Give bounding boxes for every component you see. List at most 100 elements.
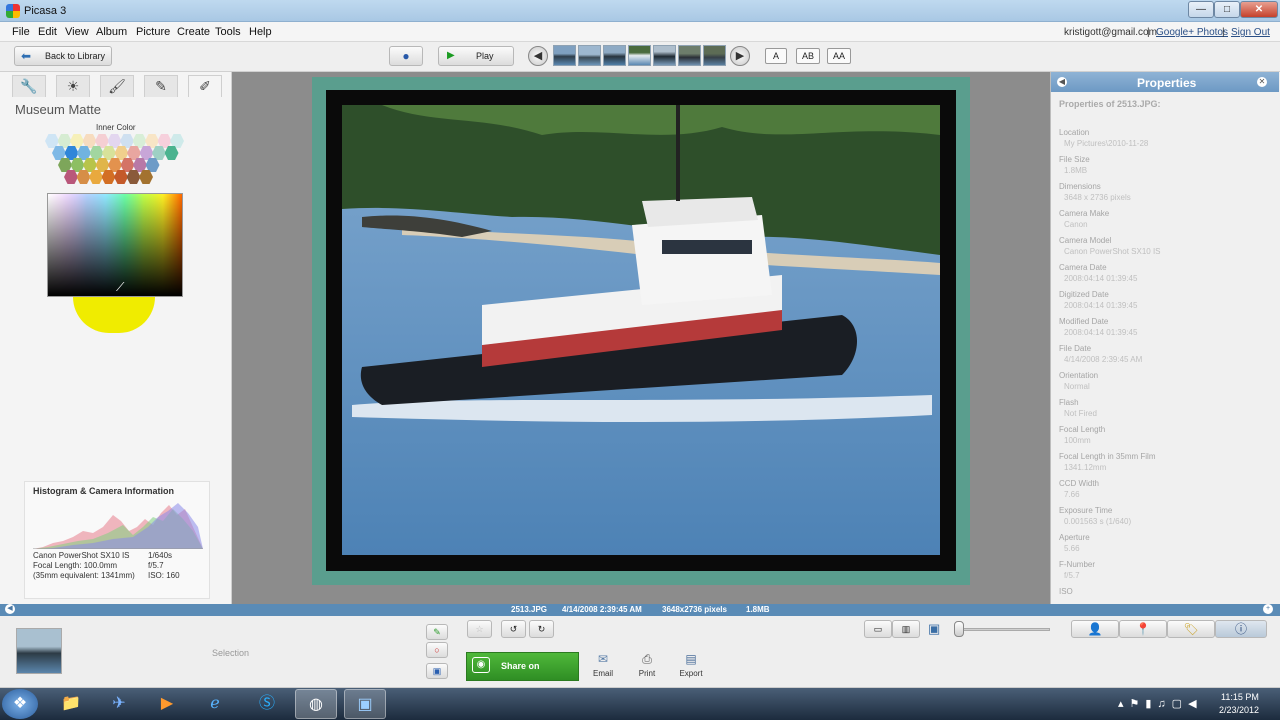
menu-help[interactable]: Help	[249, 26, 272, 38]
close-panel-icon[interactable]: ✕	[1257, 77, 1267, 87]
iso-value: ISO: 160	[148, 571, 180, 580]
property-label: Modified Date	[1059, 317, 1109, 326]
clear-icon: ○	[434, 645, 440, 655]
filmstrip-thumbnail[interactable]	[603, 45, 626, 66]
property-value: 2008:04:14 01:39:45	[1064, 274, 1138, 283]
close-button[interactable]: ✕	[1240, 1, 1278, 18]
taskbar-explorer[interactable]: 📁	[50, 689, 92, 719]
pin-icon: ✎	[433, 627, 441, 637]
taskbar-internet-explorer[interactable]: ℯ	[194, 689, 236, 719]
minimize-button[interactable]: —	[1188, 1, 1214, 18]
filmstrip-thumbnail[interactable]	[578, 45, 601, 66]
print-icon[interactable]: ⎙	[634, 652, 660, 667]
screen-capture-icon: ▣	[357, 696, 373, 713]
filmstrip-thumbnail[interactable]	[628, 45, 651, 66]
taskbar-picasa[interactable]: ◍	[295, 689, 337, 719]
menu-tools[interactable]: Tools	[215, 26, 241, 38]
title-bar: Picasa 3 — □ ✕	[0, 0, 1280, 22]
view-single-icon: ▭	[873, 624, 883, 634]
maximize-button[interactable]: □	[1214, 1, 1240, 18]
photo-tugboat[interactable]	[342, 105, 940, 555]
status-date: 4/14/2008 2:39:45 AM	[562, 605, 642, 614]
tags-button[interactable]: 🏷	[1167, 620, 1215, 638]
account-email: kristigott@gmail.com	[1064, 27, 1157, 38]
tray-thumbnail[interactable]	[16, 628, 62, 674]
wrench-icon: 🔧	[20, 78, 38, 94]
ie-icon: ℯ	[210, 695, 220, 712]
hold-pin-button[interactable]: ✎	[426, 624, 448, 640]
collapse-tray-icon[interactable]: ◀	[5, 604, 15, 614]
filmstrip-thumbnail[interactable]	[553, 45, 576, 66]
caption-style-a-button[interactable]: A	[765, 48, 787, 64]
property-value: 0.001563 s (1/640)	[1064, 517, 1132, 526]
status-filesize: 1.8MB	[746, 605, 770, 614]
places-button[interactable]: 📍	[1119, 620, 1167, 638]
property-label: Digitized Date	[1059, 290, 1109, 299]
rotate-left-button[interactable]: ↺	[501, 620, 526, 638]
expand-tray-icon[interactable]: +	[1263, 604, 1273, 614]
property-value: 4/14/2008 2:39:45 AM	[1064, 355, 1143, 364]
clear-selection-button[interactable]: ○	[426, 642, 448, 658]
menu-album[interactable]: Album	[96, 26, 127, 38]
back-arrow-icon: ⬅	[21, 49, 32, 63]
arrow-right-icon: ▶	[735, 50, 745, 62]
back-to-library-button[interactable]: ⬅ Back to Library	[14, 46, 112, 66]
menu-create[interactable]: Create	[177, 26, 210, 38]
property-value: Canon PowerShot SX10 IS	[1064, 247, 1161, 256]
filmstrip-thumbnail[interactable]	[678, 45, 701, 66]
property-label: Camera Make	[1059, 209, 1110, 218]
sign-out-link[interactable]: Sign Out	[1231, 27, 1270, 38]
tab-more-effects[interactable]: ✎	[144, 75, 178, 97]
property-value: 1.8MB	[1064, 166, 1088, 175]
export-button-label[interactable]: Export	[676, 669, 706, 678]
filmstrip-thumbnail[interactable]	[703, 45, 726, 66]
people-button[interactable]: 👤	[1071, 620, 1119, 638]
property-label: Location	[1059, 128, 1090, 137]
filmstrip-thumbnail[interactable]	[653, 45, 676, 66]
color-picker-gradient[interactable]	[47, 193, 183, 297]
tab-basic-fixes[interactable]: 🔧	[12, 75, 46, 97]
status-filename: 2513.JPG	[511, 605, 548, 614]
email-button-label[interactable]: Email	[588, 669, 618, 678]
shutter-speed: 1/640s	[148, 551, 173, 560]
collapse-panel-icon[interactable]: ◀	[1057, 77, 1067, 87]
google-photos-link[interactable]: Google+ Photos	[1156, 27, 1228, 38]
property-value: My Pictures\2010-11-28	[1064, 139, 1149, 148]
histogram-graph	[33, 503, 203, 549]
globe-button[interactable]: ●	[389, 46, 423, 66]
taskbar-media-player[interactable]: ▶	[146, 689, 188, 719]
taskbar-app-2[interactable]: ✈	[98, 689, 140, 719]
properties-info-button[interactable]: ⓘ	[1215, 620, 1267, 638]
caption-style-ab-button[interactable]: AB	[796, 48, 820, 64]
view-compare-button[interactable]: ▥	[892, 620, 920, 638]
property-label: F-Number	[1059, 560, 1096, 569]
zoom-slider-track[interactable]	[958, 628, 1050, 631]
star-button[interactable]: ☆	[467, 620, 492, 638]
system-tray-icons[interactable]: ▴⚑▮♫▢◀	[1118, 697, 1203, 710]
tab-tuning[interactable]: ☀	[56, 75, 90, 97]
tab-creative[interactable]: ✐	[188, 75, 222, 97]
next-photo-button[interactable]: ▶	[730, 46, 750, 66]
menu-separator: |	[1222, 27, 1225, 38]
taskbar-skype[interactable]: Ⓢ	[246, 689, 288, 719]
property-label: ISO	[1059, 587, 1073, 596]
menu-file[interactable]: File	[12, 26, 30, 38]
menu-picture[interactable]: Picture	[136, 26, 170, 38]
menu-edit[interactable]: Edit	[38, 26, 57, 38]
focal-length: Focal Length: 100.0mm	[33, 561, 118, 570]
start-button[interactable]: ❖	[2, 689, 38, 719]
property-value: Canon	[1064, 220, 1088, 229]
play-slideshow-button[interactable]: ▶ Play	[438, 46, 514, 66]
view-small-button[interactable]: ▭	[864, 620, 892, 638]
caption-style-aa-button[interactable]: AA	[827, 48, 851, 64]
email-icon[interactable]: ✉	[590, 652, 616, 666]
menu-view[interactable]: View	[65, 26, 89, 38]
previous-photo-button[interactable]: ◀	[528, 46, 548, 66]
export-icon[interactable]: ▤	[678, 652, 704, 666]
rotate-right-button[interactable]: ↻	[529, 620, 554, 638]
zoom-slider-handle[interactable]	[954, 621, 964, 637]
tab-effects[interactable]: 🖌	[100, 75, 134, 97]
print-button-label[interactable]: Print	[632, 669, 662, 678]
taskbar-capture-app[interactable]: ▣	[344, 689, 386, 719]
add-to-album-button[interactable]: ▣	[426, 663, 448, 679]
